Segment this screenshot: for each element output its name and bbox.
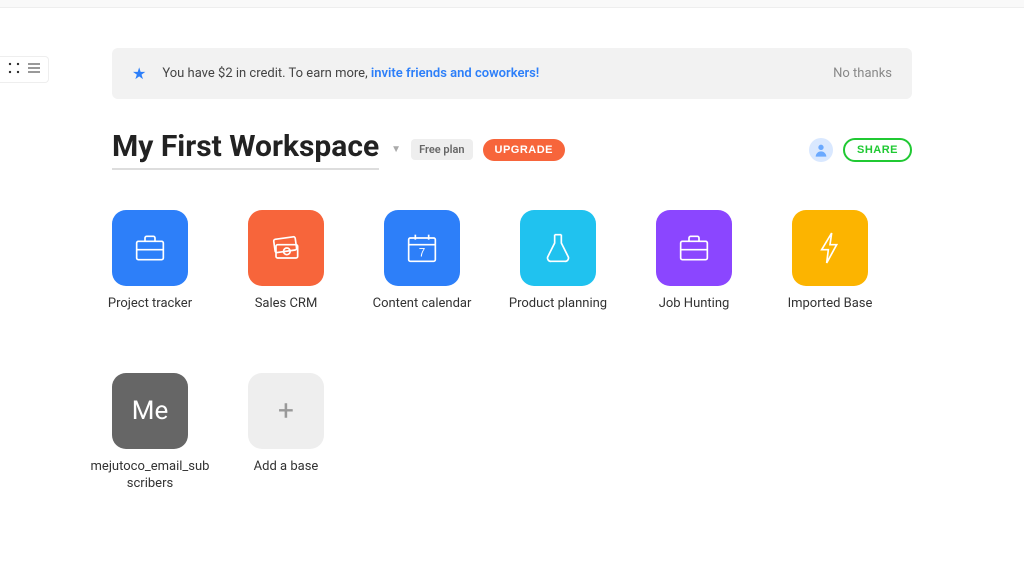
base-label: Imported Base <box>770 296 890 313</box>
banner-dismiss[interactable]: No thanks <box>833 66 892 81</box>
base-tile[interactable]: Imported Base <box>792 210 868 313</box>
workspace-title[interactable]: My First Workspace <box>112 129 379 170</box>
base-tile[interactable]: Job Hunting <box>656 210 732 313</box>
invite-link[interactable]: invite friends and coworkers! <box>371 66 539 81</box>
base-tile[interactable]: Project tracker <box>112 210 188 313</box>
text-icon: Me <box>112 373 188 449</box>
base-label: Project tracker <box>90 296 210 313</box>
grid-view-icon[interactable] <box>8 62 20 77</box>
add-base[interactable]: +Add a base <box>248 373 324 493</box>
briefcase-icon <box>112 210 188 286</box>
bolt-icon <box>792 210 868 286</box>
base-label: Product planning <box>498 296 618 313</box>
base-tile[interactable]: Sales CRM <box>248 210 324 313</box>
plan-badge: Free plan <box>411 139 472 160</box>
add-base-label: Add a base <box>226 459 346 476</box>
svg-text:7: 7 <box>419 246 425 259</box>
base-label: Sales CRM <box>226 296 346 313</box>
base-label: Job Hunting <box>634 296 754 313</box>
plus-icon: + <box>248 373 324 449</box>
banner-message: You have $2 in credit. To earn more, inv… <box>162 66 833 81</box>
base-label: Content calendar <box>362 296 482 313</box>
star-icon: ★ <box>132 64 146 83</box>
briefcase-icon <box>656 210 732 286</box>
share-button[interactable]: SHARE <box>843 138 912 162</box>
calendar-icon: 7 <box>384 210 460 286</box>
money-icon <box>248 210 324 286</box>
upgrade-button[interactable]: UPGRADE <box>483 139 566 161</box>
view-toggle[interactable] <box>0 56 49 83</box>
base-label: mejutoco_email_subscribers <box>90 459 210 493</box>
avatar[interactable] <box>809 138 833 162</box>
list-view-icon[interactable] <box>28 62 40 77</box>
credit-banner: ★ You have $2 in credit. To earn more, i… <box>112 48 912 99</box>
flask-icon <box>520 210 596 286</box>
base-tile[interactable]: Product planning <box>520 210 596 313</box>
chevron-down-icon[interactable]: ▼ <box>391 144 401 155</box>
base-tile[interactable]: 7Content calendar <box>384 210 460 313</box>
base-tile[interactable]: Memejutoco_email_subscribers <box>112 373 188 493</box>
